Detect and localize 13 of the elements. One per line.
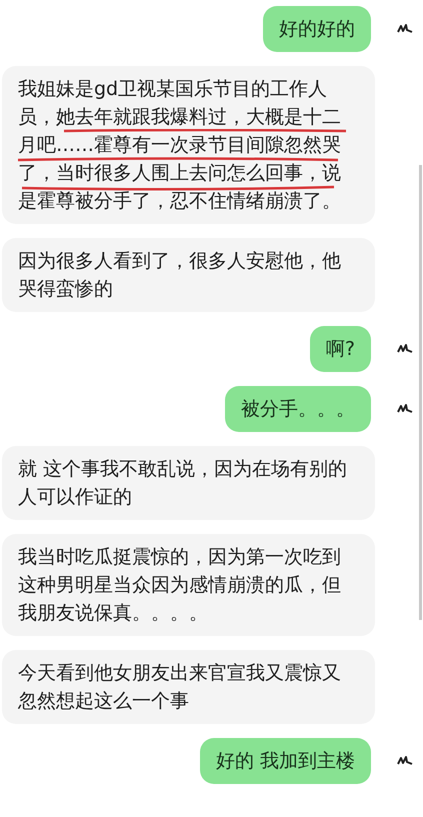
message-bubble: 今天看到他女朋友出来官宣我又震惊又忽然想起这么一个事: [2, 650, 375, 724]
message-bubble: 就 这个事我不敢乱说，因为在场有别的人可以作证的: [2, 446, 375, 520]
message-bubble: 啊?: [310, 326, 371, 372]
scribble-avatar-icon: [397, 403, 413, 415]
message-bubble: 因为很多人看到了，很多人安慰他，他哭得蛮惨的: [2, 238, 375, 312]
message-bubble: 好的 我加到主楼: [200, 738, 371, 784]
message-bubble: 被分手。。。: [225, 386, 371, 432]
message-bubble: 我姐妹是gd卫视某国乐节目的工作人员，她去年就跟我爆料过，大概是十二月吧……霍尊有一次录节目间隙忽然哭了，当时很多人围上去问怎么回事，说是霍尊被分手了，忍不住情绪崩溃了。: [2, 66, 375, 224]
message-bubble: 好的好的: [263, 6, 371, 52]
scribble-avatar-icon: [397, 343, 413, 355]
scribble-avatar-icon: [397, 755, 413, 767]
message-bubble: 我当时吃瓜挺震惊的，因为第一次吃到这种男明星当众因为感情崩溃的瓜，但我朋友说保真。。。。: [2, 534, 375, 636]
scribble-avatar-icon: [397, 23, 413, 35]
